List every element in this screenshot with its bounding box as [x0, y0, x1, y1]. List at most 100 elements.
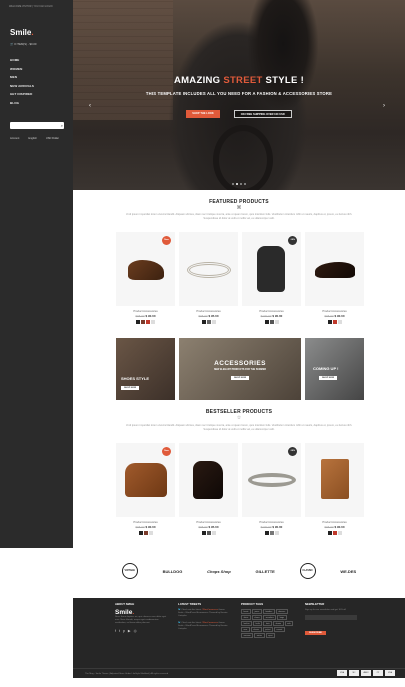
slider-dot[interactable]	[232, 183, 234, 185]
shoes-style-banner[interactable]: SHOES STYLE SHOP NOW	[116, 338, 175, 400]
pinterest-icon[interactable]: p	[123, 629, 125, 633]
nav-item-home[interactable]: HOME	[10, 58, 34, 67]
instagram-icon[interactable]: ◎	[134, 629, 137, 633]
search-icon[interactable]: ⌕	[61, 123, 63, 128]
cart-summary[interactable]: 🛒 0 ITEM(S) - $0.00	[10, 42, 37, 46]
color-swatch[interactable]	[141, 320, 145, 324]
color-swatch[interactable]	[136, 320, 140, 324]
free-shipping-button[interactable]: ON FREE SHIPPING OVER 100 USD	[233, 110, 292, 118]
product-name[interactable]: Product Accessories	[179, 310, 238, 313]
coming-up-banner[interactable]: COMING UP ! SHOP NOW	[305, 338, 364, 400]
color-swatch[interactable]	[269, 531, 274, 535]
shop-the-look-button[interactable]: SHOP THE LOOK	[186, 110, 220, 118]
color-swatch[interactable]	[337, 531, 342, 535]
product-image[interactable]	[305, 443, 364, 517]
brand-logo[interactable]: Chops Shop	[207, 569, 231, 574]
shop-now-button[interactable]: SHOP NOW	[231, 376, 250, 380]
color-swatch[interactable]	[138, 531, 143, 535]
tag-link[interactable]: leather	[241, 621, 253, 626]
product-image[interactable]	[179, 232, 238, 306]
tag-link[interactable]: sneakers	[263, 615, 277, 620]
product-card[interactable]: Product Accessories $95.00 $ 90.00	[305, 443, 364, 535]
color-swatch[interactable]	[269, 320, 274, 324]
product-name[interactable]: Product Accessories	[116, 521, 175, 524]
tag-link[interactable]: bags	[277, 615, 287, 620]
tag-link[interactable]: sport	[265, 633, 276, 638]
nav-item-new-arrivals[interactable]: NEW ARRIVALS	[10, 84, 34, 93]
slider-dot[interactable]	[244, 183, 246, 185]
color-swatch[interactable]	[206, 320, 211, 324]
twitter-icon[interactable]: t	[119, 629, 120, 633]
product-image[interactable]	[179, 443, 238, 517]
hero-slider[interactable]: AMAZING STREET STYLE ! THIS TEMPLATE INC…	[73, 0, 405, 190]
slider-prev-icon[interactable]: ‹	[89, 103, 95, 109]
nav-item-men[interactable]: MEN	[10, 75, 34, 84]
slider-dot[interactable]	[236, 183, 238, 185]
tag-link[interactable]: shirts	[241, 615, 251, 620]
tag-link[interactable]: shoes	[251, 615, 263, 620]
brand-logo[interactable]: VINTAGE	[121, 563, 138, 579]
nav-item-blog[interactable]: BLOG	[10, 101, 34, 110]
color-swatch[interactable]	[332, 531, 337, 535]
product-name[interactable]: Product Accessories	[242, 310, 301, 313]
product-name[interactable]: Product Accessories	[116, 310, 175, 313]
tag-link[interactable]: winter	[254, 633, 265, 638]
product-card[interactable]: -10% Product Accessories $100.00 $ 90.00	[242, 443, 301, 535]
product-name[interactable]: Product Accessories	[242, 521, 301, 524]
brand-logo[interactable]: WE.DES	[340, 569, 356, 574]
color-swatch[interactable]	[327, 531, 332, 535]
account-link[interactable]: Account	[10, 137, 19, 140]
color-swatch[interactable]	[151, 320, 155, 324]
accessories-banner[interactable]: ACCESSORIES NEW ELEGANT PRODUCTS FOR THE…	[179, 338, 301, 400]
product-image[interactable]	[305, 232, 364, 306]
brand-logo[interactable]: CLASSIC	[299, 563, 316, 579]
currency-select[interactable]: USD Dollar	[46, 137, 59, 140]
search-input[interactable]: ⌕	[10, 122, 64, 129]
product-image[interactable]: New	[116, 443, 175, 517]
facebook-icon[interactable]: f	[115, 629, 116, 633]
language-select[interactable]: English	[28, 137, 37, 140]
tag-link[interactable]: denim	[273, 621, 284, 626]
tag-link[interactable]: casual	[273, 627, 285, 632]
slider-dot[interactable]	[240, 183, 242, 185]
nav-item-women[interactable]: WOMEN	[10, 67, 34, 76]
logo[interactable]: Smile.	[10, 28, 34, 37]
color-swatch[interactable]	[143, 531, 148, 535]
color-swatch[interactable]	[148, 531, 153, 535]
product-card[interactable]: Product Accessories $95.00 $ 95.00	[179, 232, 238, 324]
product-name[interactable]: Product Accessories	[305, 521, 364, 524]
product-card[interactable]: -10% Product Accessories $100.00 $ 90.00	[242, 232, 301, 324]
product-name[interactable]: Product Accessories	[179, 521, 238, 524]
color-swatch[interactable]	[211, 320, 216, 324]
tag-link[interactable]: jeans	[251, 609, 262, 614]
shop-now-button[interactable]: SHOP NOW	[121, 386, 140, 390]
youtube-icon[interactable]: ▶	[128, 629, 131, 633]
color-swatch[interactable]	[211, 531, 216, 535]
color-swatch[interactable]	[201, 320, 206, 324]
color-swatch[interactable]	[332, 320, 337, 324]
tag-link[interactable]: boots	[241, 609, 251, 614]
shop-now-button[interactable]: SHOP NOW	[319, 376, 338, 380]
tag-link[interactable]: hats	[263, 621, 273, 626]
product-image[interactable]: New	[116, 232, 175, 306]
product-card[interactable]: Product Accessories $95.00 $ 95.00	[179, 443, 238, 535]
tag-link[interactable]: jacket	[262, 627, 273, 632]
product-card[interactable]: Product Accessories $95.00 $ 90.00	[305, 232, 364, 324]
color-swatch[interactable]	[146, 320, 150, 324]
color-swatch[interactable]	[201, 531, 206, 535]
tag-link[interactable]: hoodies	[262, 609, 275, 614]
product-card[interactable]: New Product Accessories $95.00 $ 90.00	[116, 443, 175, 535]
footer-logo[interactable]: Smile.	[115, 609, 167, 616]
brand-logo[interactable]: GILLETTE	[255, 569, 274, 574]
color-swatch[interactable]	[264, 320, 269, 324]
product-card[interactable]: New Product Accessories $95.00 $ 90.00	[116, 232, 175, 324]
color-swatch[interactable]	[206, 531, 211, 535]
brand-logo[interactable]: BULLDOG	[163, 569, 183, 574]
product-name[interactable]: Product Accessories	[305, 310, 364, 313]
slider-next-icon[interactable]: ›	[383, 103, 389, 109]
tag-link[interactable]: belts	[253, 621, 263, 626]
subscribe-button[interactable]: SUBSCRIBE	[305, 631, 326, 635]
tag-link[interactable]: sale	[284, 621, 294, 626]
tag-link[interactable]: summer	[241, 633, 254, 638]
color-swatch[interactable]	[264, 531, 269, 535]
